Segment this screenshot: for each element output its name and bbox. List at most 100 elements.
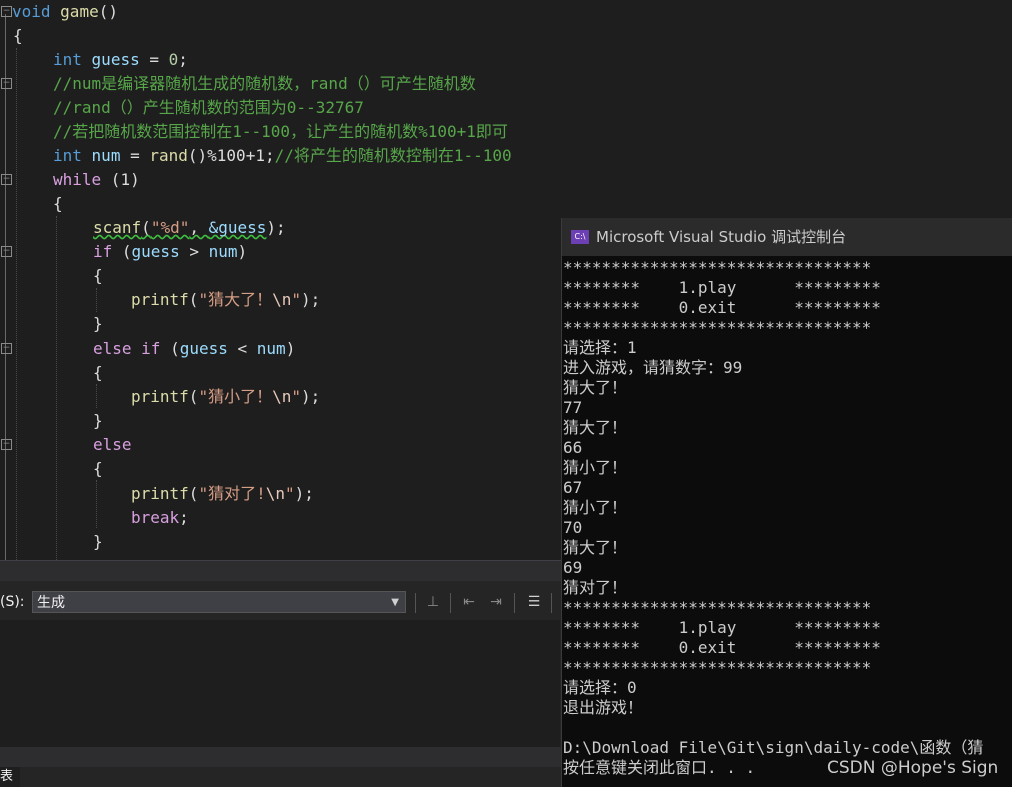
- console-line: 猜大了！: [563, 538, 628, 557]
- console-line: 猜小了！: [563, 498, 628, 517]
- code-line[interactable]: {: [93, 264, 103, 288]
- code-token: while: [53, 170, 102, 189]
- console-line: 77: [563, 398, 583, 417]
- code-comment: //rand（）产生随机数的范围为0--32767: [53, 98, 364, 117]
- code-line[interactable]: //若把随机数范围控制在1--100，让产生的随机数%100+1即可: [53, 120, 508, 144]
- code-token: &guess: [208, 218, 267, 237]
- bottom-tab[interactable]: 表: [0, 767, 20, 787]
- chevron-down-icon: ▼: [391, 597, 399, 608]
- fold-toggle-else[interactable]: −: [1, 439, 12, 450]
- code-token: =: [139, 50, 169, 69]
- console-line: ********************************: [563, 598, 872, 617]
- code-token: int: [53, 146, 82, 165]
- outline-bar: [5, 14, 6, 560]
- code-token: if: [141, 339, 161, 358]
- code-token: scanf: [93, 218, 142, 237]
- fold-toggle-if[interactable]: −: [1, 246, 12, 257]
- code-token: \n: [265, 484, 285, 503]
- code-line[interactable]: else if (guess < num): [93, 337, 295, 361]
- console-line: 猜大了！: [563, 418, 628, 437]
- clear-all-icon[interactable]: ☰: [525, 593, 543, 611]
- code-line[interactable]: printf("猜大了！\n");: [131, 288, 320, 312]
- output-body[interactable]: [0, 620, 560, 748]
- code-line[interactable]: }: [93, 409, 103, 433]
- code-token: num: [91, 146, 121, 165]
- code-line[interactable]: //rand（）产生随机数的范围为0--32767: [53, 96, 364, 120]
- code-token: ()%100+1;: [187, 146, 275, 165]
- code-line[interactable]: void game(): [12, 0, 118, 24]
- code-line[interactable]: scanf("%d", &guess);: [93, 216, 286, 240]
- console-line: 66: [563, 438, 583, 457]
- find-message-icon[interactable]: ⊥: [424, 593, 442, 611]
- code-comment: //num是编译器随机生成的随机数，rand（）可产生随机数: [53, 74, 476, 93]
- fold-toggle-comment[interactable]: −: [1, 78, 12, 89]
- code-line[interactable]: }: [93, 312, 103, 336]
- code-token: ): [285, 339, 296, 358]
- console-line: 进入游戏，请猜数字：99: [563, 358, 743, 377]
- code-token: rand: [149, 146, 188, 165]
- fold-toggle-while[interactable]: −: [1, 174, 12, 185]
- output-source-select[interactable]: 生成 ▼: [32, 591, 406, 613]
- code-token: (: [112, 242, 132, 261]
- fold-toggle-else-if[interactable]: −: [1, 343, 12, 354]
- code-line[interactable]: break;: [131, 506, 189, 530]
- code-token: printf: [131, 484, 189, 503]
- console-line: 请选择：1: [563, 338, 637, 357]
- previous-message-icon[interactable]: ⇤: [460, 593, 478, 611]
- code-line[interactable]: printf("猜对了!\n");: [131, 482, 314, 506]
- console-line: 67: [563, 478, 583, 497]
- code-token: (: [141, 218, 151, 237]
- indent-guide: [16, 48, 17, 560]
- output-source-label: (S):: [0, 594, 25, 610]
- code-token: 0: [168, 50, 179, 69]
- code-token: }: [93, 314, 103, 333]
- code-token: {: [13, 26, 23, 45]
- code-token: =: [120, 146, 150, 165]
- code-token: {: [93, 266, 103, 285]
- console-titlebar[interactable]: C:\ Microsoft Visual Studio 调试控制台: [562, 218, 1012, 256]
- code-token: else: [93, 339, 132, 358]
- code-line[interactable]: {: [93, 457, 103, 481]
- code-token: num: [208, 242, 238, 261]
- code-token: "猜对了!: [198, 484, 266, 503]
- code-line[interactable]: int num = rand()%100+1;//将产生的随机数控制在1--10…: [53, 144, 512, 168]
- code-token: game: [60, 2, 99, 21]
- toolbar-separator: [514, 593, 515, 613]
- console-title: Microsoft Visual Studio 调试控制台: [596, 228, 847, 246]
- code-line[interactable]: {: [53, 192, 63, 216]
- code-token: "猜大了！: [198, 290, 273, 309]
- next-message-icon[interactable]: ⇥: [487, 593, 505, 611]
- code-line[interactable]: }: [93, 530, 103, 554]
- console-line: ******** 0.exit *********: [563, 638, 881, 657]
- code-token: \n: [272, 387, 292, 406]
- code-line[interactable]: printf("猜小了！\n");: [131, 385, 320, 409]
- code-token: );: [294, 484, 314, 503]
- code-token: );: [300, 290, 321, 309]
- debug-console-window[interactable]: C:\ Microsoft Visual Studio 调试控制台 ******…: [561, 218, 1012, 787]
- code-token: (): [98, 2, 118, 21]
- code-line[interactable]: {: [13, 24, 23, 48]
- output-source-value: 生成: [37, 595, 65, 611]
- code-token: guess: [179, 339, 228, 358]
- code-token: (: [188, 484, 199, 503]
- console-line: D:\Download File\Git\sign\daily-code\函数（…: [563, 738, 984, 757]
- console-line: ********************************: [563, 658, 872, 677]
- code-token: ,: [189, 218, 209, 237]
- code-token: (1): [101, 170, 140, 189]
- code-line[interactable]: if (guess > num): [93, 240, 247, 264]
- console-line: 69: [563, 558, 583, 577]
- code-line[interactable]: {: [93, 361, 103, 385]
- code-token: else: [93, 435, 132, 454]
- code-token: <: [227, 339, 257, 358]
- code-token: }: [93, 411, 103, 430]
- console-app-icon: C:\: [571, 230, 589, 244]
- code-line[interactable]: //num是编译器随机生成的随机数，rand（）可产生随机数: [53, 72, 476, 96]
- fold-toggle-game[interactable]: −: [1, 6, 12, 17]
- code-token: ): [237, 242, 248, 261]
- console-line: 猜小了！: [563, 458, 628, 477]
- code-line[interactable]: int guess = 0;: [53, 48, 188, 72]
- code-line[interactable]: else: [93, 433, 132, 457]
- code-line[interactable]: while (1): [53, 168, 140, 192]
